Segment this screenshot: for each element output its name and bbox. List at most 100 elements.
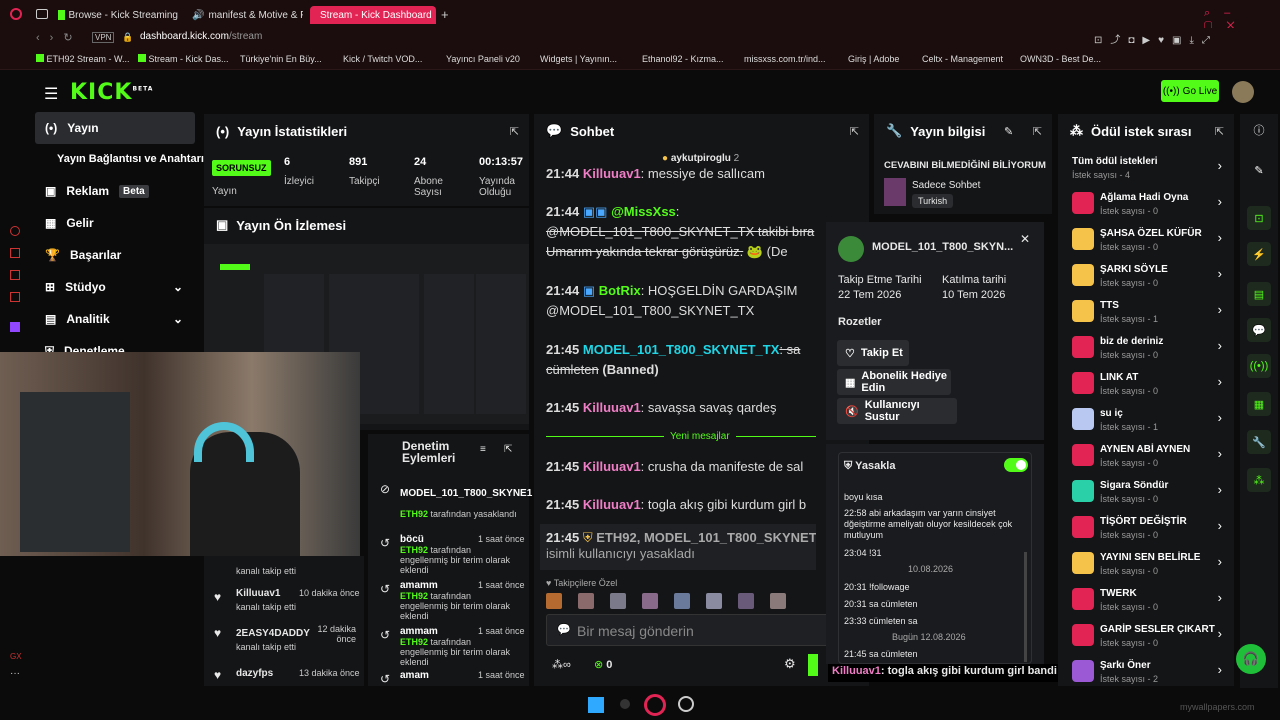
more-icon[interactable]: ···: [10, 668, 20, 679]
reward-item[interactable]: TİŞÖRT DEĞİŞTİR İstek sayısı - 0 ›: [1072, 512, 1222, 546]
go-live-button[interactable]: ((•)) Go Live: [1161, 80, 1219, 102]
sidebar-item-reklam[interactable]: ▣ Reklam Beta: [35, 178, 195, 204]
workspace-icon[interactable]: [36, 9, 48, 19]
reward-item[interactable]: ŞAHSA ÖZEL KÜFÜR İstek sayısı - 0 ›: [1072, 224, 1222, 258]
reward-item[interactable]: YAYINI SEN BELİRLE İstek sayısı - 0 ›: [1072, 548, 1222, 582]
filter-icon[interactable]: ≡: [480, 444, 486, 455]
reward-item[interactable]: ŞARKI SÖYLE İstek sayısı - 0 ›: [1072, 260, 1222, 294]
twitch-icon[interactable]: [10, 322, 20, 332]
sidebar-item-stream-key[interactable]: Yayın Bağlantısı ve Anahtarı: [35, 146, 205, 172]
tool-icon-3[interactable]: ▤: [1247, 282, 1271, 306]
taskbar-app-2[interactable]: [678, 696, 694, 712]
points-display[interactable]: ⊗ 0: [594, 658, 612, 671]
tool-icon-2[interactable]: ⚡: [1247, 242, 1271, 266]
send-button[interactable]: [808, 654, 818, 676]
tool-icon-7[interactable]: 🔧: [1247, 430, 1271, 454]
follow-button[interactable]: ♡ Takip Et: [837, 340, 909, 366]
new-tab-icon[interactable]: +: [441, 7, 449, 22]
popout-icon[interactable]: ⇱: [1033, 125, 1042, 138]
follow-date-label: Takip Etme Tarihi: [838, 274, 922, 286]
reward-item[interactable]: TTS İstek sayısı - 1 ›: [1072, 296, 1222, 330]
reward-item[interactable]: GARİP SESLER ÇIKART İstek sayısı - 0 ›: [1072, 620, 1222, 654]
undo-icon[interactable]: ↺: [380, 582, 390, 596]
sidebar-app-icon-4[interactable]: [10, 292, 20, 302]
sidebar-item-gelir[interactable]: ▦ Gelir: [35, 210, 195, 236]
popout-icon[interactable]: ⇱: [850, 125, 859, 138]
chat-tools-icon[interactable]: ⁂∞: [552, 658, 571, 671]
sidebar-item-basarilar[interactable]: 🏆 Başarılar: [35, 242, 195, 268]
undo-icon[interactable]: ↺: [380, 672, 390, 686]
sidebar-app-icon-1[interactable]: [10, 226, 20, 236]
nav-buttons[interactable]: ‹›↻: [36, 31, 83, 44]
reward-item[interactable]: Şarkı Öner İstek sayısı - 2 ›: [1072, 656, 1222, 690]
reward-icon: [1072, 588, 1094, 610]
popout-icon[interactable]: ⇱: [1215, 125, 1224, 138]
bookmark-0[interactable]: ETH92 Stream - W...: [36, 54, 130, 64]
user-card-name[interactable]: MODEL_101_T800_SKYN...: [872, 241, 1013, 253]
reward-item[interactable]: Ağlama Hadi Oyna İstek sayısı - 0 ›: [1072, 188, 1222, 222]
sidebar-item-yayin[interactable]: (•) Yayın: [35, 112, 195, 144]
reward-item[interactable]: AYNEN ABİ AYNEN İstek sayısı - 0 ›: [1072, 440, 1222, 474]
popout-icon[interactable]: ⇱: [510, 125, 519, 138]
avatar[interactable]: [1232, 81, 1254, 103]
lock-icon: 🔒: [122, 32, 134, 42]
chevron-right-icon: ›: [1217, 230, 1222, 245]
bookmark-1[interactable]: Stream - Kick Das...: [138, 54, 229, 64]
url-field[interactable]: dashboard.kick.com/stream: [140, 31, 262, 42]
gx-label[interactable]: GX: [10, 652, 22, 661]
reward-item[interactable]: Sigara Söndür İstek sayısı - 0 ›: [1072, 476, 1222, 510]
history-scrollbar[interactable]: [1024, 552, 1027, 662]
tool-icon-5[interactable]: ((•)): [1247, 354, 1271, 378]
taskbar-app-1[interactable]: [620, 699, 630, 709]
reward-item[interactable]: TWERK İstek sayısı - 0 ›: [1072, 584, 1222, 618]
info-icon[interactable]: ⓘ: [1247, 118, 1271, 142]
reward-name: YAYINI SEN BELİRLE: [1100, 552, 1201, 563]
reward-item[interactable]: LINK AT İstek sayısı - 0 ›: [1072, 368, 1222, 402]
browser-toolbar-icons[interactable]: ⊡⤴◘▶♥▣⤓⤢: [1094, 31, 1218, 46]
tool-icon-1[interactable]: ⊡: [1247, 206, 1271, 230]
tab-browse-kick[interactable]: Browse - Kick Streaming: [58, 6, 178, 24]
bookmark-10[interactable]: OWN3D - Best De...: [1020, 54, 1101, 64]
opera-logo[interactable]: [10, 8, 22, 20]
pencil-icon[interactable]: ✎: [1247, 158, 1271, 182]
tool-icon-6[interactable]: ▦: [1247, 392, 1271, 416]
bookmark-9[interactable]: Celtx - Management: [922, 54, 1003, 64]
tab-stream-dashboard[interactable]: Stream - Kick Dashboard: [310, 6, 436, 24]
close-icon[interactable]: ✕: [1020, 232, 1030, 246]
bookmark-2[interactable]: Türkiye'nin En Büy...: [240, 54, 322, 64]
all-rewards-link[interactable]: Tüm ödül istekleri İstek sayısı - 4 ›: [1072, 152, 1222, 186]
bookmark-5[interactable]: Widgets | Yayının...: [540, 54, 617, 64]
opera-gx-taskbar-icon[interactable]: [644, 694, 666, 716]
gift-sub-button[interactable]: ▦ Abonelik Hediye Edin: [837, 369, 951, 395]
mute-user-button[interactable]: 🔇 Kullanıcıyı Sustur: [837, 398, 957, 424]
sidebar-app-icon-3[interactable]: [10, 270, 20, 280]
ad-icon: ▣: [45, 184, 57, 198]
bookmark-3[interactable]: Kick / Twitch VOD...: [343, 54, 422, 64]
reward-item[interactable]: biz de deriniz İstek sayısı - 0 ›: [1072, 332, 1222, 366]
undo-icon[interactable]: ↺: [380, 536, 390, 550]
bookmark-8[interactable]: Giriş | Adobe: [848, 54, 899, 64]
sidebar-item-analitik[interactable]: ▤ Analitik ⌄: [35, 306, 195, 332]
tab-manifest[interactable]: 🔊 manifest & Motive & Pa: [188, 6, 303, 24]
bookmark-4[interactable]: Yayıncı Paneli v20: [446, 54, 520, 64]
sidebar-app-icon-2[interactable]: [10, 248, 20, 258]
undo-icon[interactable]: ↺: [380, 628, 390, 642]
support-button[interactable]: 🎧: [1236, 644, 1266, 674]
menu-icon[interactable]: ☰: [44, 84, 58, 104]
bookmark-7[interactable]: missxss.com.tr/ind...: [744, 54, 826, 64]
settings-icon[interactable]: ⚙: [784, 656, 796, 672]
reward-icon: [1072, 372, 1094, 394]
windows-start-icon[interactable]: [588, 697, 604, 713]
ban-toggle[interactable]: [1004, 458, 1028, 472]
popout-icon[interactable]: ⇱: [504, 444, 512, 455]
tool-icon-4[interactable]: 💬: [1247, 318, 1271, 342]
chat-input[interactable]: 💬 Bir mesaj gönderin: [546, 614, 831, 646]
vpn-badge[interactable]: VPN: [92, 32, 115, 43]
reward-item[interactable]: su iç İstek sayısı - 1 ›: [1072, 404, 1222, 438]
sidebar-item-studyo[interactable]: ⊞ Stüdyo ⌄: [35, 274, 195, 300]
bookmark-6[interactable]: Ethanol92 - Kızma...: [642, 54, 724, 64]
kick-logo[interactable]: KICKBETA: [70, 80, 153, 105]
edit-icon[interactable]: ✎: [1004, 125, 1013, 138]
tool-icon-8[interactable]: ⁂: [1247, 468, 1271, 492]
reward-count: İstek sayısı - 1: [1100, 314, 1159, 324]
